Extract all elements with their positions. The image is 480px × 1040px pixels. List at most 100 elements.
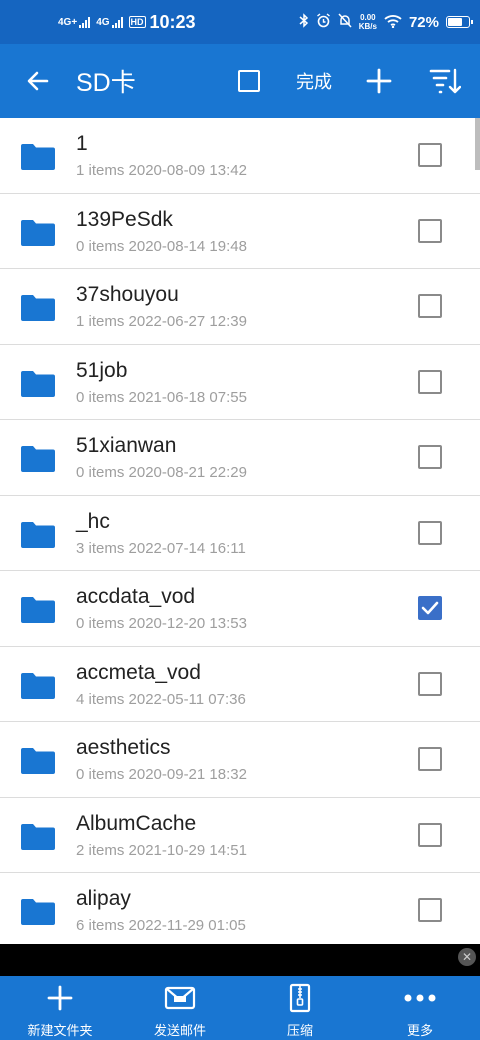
hd-badge: HD (128, 16, 146, 28)
list-item[interactable]: accmeta_vod 4 items 2022-05-11 07:36 (0, 647, 480, 722)
folder-icon (21, 597, 55, 624)
arrow-left-icon (27, 71, 49, 91)
more-label: 更多 (406, 1023, 433, 1038)
list-item-text: aesthetics 0 items 2020-09-21 18:32 (76, 735, 418, 783)
compress-button[interactable]: 压缩 (240, 976, 360, 1040)
list-item[interactable]: 51xianwan 0 items 2020-08-21 22:29 (0, 420, 480, 496)
list-item[interactable]: AlbumCache 2 items 2021-10-29 14:51 (0, 798, 480, 873)
item-checkbox[interactable] (418, 596, 442, 621)
signal-2: 4G (96, 16, 123, 28)
plus-icon (366, 68, 392, 94)
item-checkbox[interactable] (418, 369, 442, 394)
send-mail-button[interactable]: 发送邮件 (120, 976, 240, 1040)
battery-icon (446, 16, 473, 28)
folder-icon (21, 823, 55, 850)
folder-icon-wrap (0, 592, 76, 624)
folder-name: aesthetics (76, 736, 171, 760)
sort-button[interactable] (412, 44, 478, 118)
folder-meta: 0 items 2020-09-21 18:32 (76, 766, 247, 784)
folder-name: accmeta_vod (76, 660, 201, 684)
battery-percent: 72% (408, 13, 439, 31)
signal-bars-icon (111, 16, 123, 28)
item-checkbox[interactable] (418, 294, 442, 319)
list-item-text: accmeta_vod 4 items 2022-05-11 07:36 (76, 660, 418, 708)
list-item[interactable]: accdata_vod 0 items 2020-12-20 13:53 (0, 571, 480, 647)
scrollbar-thumb[interactable] (475, 118, 480, 170)
folder-name: accdata_vod (76, 585, 196, 609)
folder-icon (21, 446, 55, 473)
speed-value: 0.00 (360, 13, 376, 22)
folder-meta: 0 items 2021-06-18 07:55 (76, 388, 247, 406)
item-checkbox[interactable] (418, 898, 442, 923)
zip-icon (289, 983, 311, 1013)
list-item-text: accdata_vod 0 items 2020-12-20 13:53 (76, 584, 418, 632)
list-item[interactable]: 1 1 items 2020-08-09 13:42 (0, 118, 480, 194)
folder-icon (21, 748, 55, 775)
item-checkbox[interactable] (418, 445, 442, 470)
folder-icon (21, 521, 55, 548)
list-item-text: alipay 6 items 2022-11-29 01:05 (76, 886, 418, 934)
folder-icon (21, 672, 55, 699)
folder-name: _hc (76, 509, 110, 533)
folder-icon (21, 219, 55, 246)
more-icon (404, 994, 436, 1002)
folder-meta: 0 items 2020-08-14 19:48 (76, 237, 247, 255)
item-checkbox[interactable] (418, 218, 442, 243)
sort-icon (429, 68, 461, 94)
close-icon[interactable]: ✕ (458, 948, 476, 966)
folder-meta: 1 items 2020-08-09 13:42 (76, 162, 247, 180)
mute-icon (338, 13, 352, 31)
item-checkbox[interactable] (418, 143, 442, 168)
list-item-text: _hc 3 items 2022-07-14 16:11 (76, 509, 418, 557)
list-item[interactable]: alipay 6 items 2022-11-29 01:05 (0, 873, 480, 944)
folder-meta: 0 items 2020-12-20 13:53 (76, 615, 247, 633)
app-bar: SD卡 完成 (0, 44, 480, 118)
mail-icon (164, 986, 196, 1010)
alarm-icon (316, 13, 331, 31)
folder-name: 51job (76, 358, 128, 382)
signal-bars-icon (79, 16, 91, 28)
check-icon (421, 601, 439, 615)
folder-meta: 4 items 2022-05-11 07:36 (76, 690, 246, 708)
item-checkbox[interactable] (418, 747, 442, 772)
new-folder-button[interactable]: 新建文件夹 (0, 976, 120, 1040)
list-item[interactable]: 37shouyou 1 items 2022-06-27 12:39 (0, 269, 480, 345)
item-checkbox[interactable] (418, 822, 442, 847)
list-item[interactable]: 51job 0 items 2021-06-18 07:55 (0, 345, 480, 420)
folder-name: AlbumCache (76, 811, 197, 835)
folder-icon-wrap (0, 290, 76, 322)
bottom-toolbar: 新建文件夹 发送邮件 压缩 更多 (0, 976, 480, 1040)
compress-label: 压缩 (286, 1023, 313, 1038)
folder-icon-wrap (0, 366, 76, 398)
folder-icon (21, 899, 55, 926)
bluetooth-icon (299, 13, 309, 31)
list-item[interactable]: 139PeSdk 0 items 2020-08-14 19:48 (0, 194, 480, 269)
list-item-text: 37shouyou 1 items 2022-06-27 12:39 (76, 282, 418, 330)
folder-meta: 1 items 2022-06-27 12:39 (76, 313, 247, 331)
folder-name: 51xianwan (76, 434, 177, 458)
folder-icon-wrap (0, 139, 76, 171)
list-item[interactable]: aesthetics 0 items 2020-09-21 18:32 (0, 722, 480, 798)
folder-icon (21, 144, 55, 171)
folder-icon-wrap (0, 819, 76, 851)
done-button[interactable]: 完成 (282, 68, 346, 94)
folder-name: 1 (76, 132, 88, 156)
folder-icon-wrap (0, 743, 76, 775)
add-button[interactable] (346, 44, 412, 118)
send-mail-label: 发送邮件 (153, 1023, 206, 1038)
network-type-2: 4G (96, 16, 110, 28)
clock: 10:23 (149, 11, 196, 32)
item-checkbox[interactable] (418, 671, 442, 696)
file-list[interactable]: 1 1 items 2020-08-09 13:42 139PeSdk 0 items… (0, 118, 480, 944)
page-title: SD卡 (76, 69, 136, 97)
select-all-button[interactable] (216, 44, 282, 118)
ad-banner[interactable]: ✕ (0, 944, 480, 976)
folder-icon-wrap (0, 517, 76, 549)
folder-icon-wrap (0, 894, 76, 926)
folder-name: 37shouyou (76, 283, 179, 307)
more-button[interactable]: 更多 (360, 976, 480, 1040)
back-button[interactable] (0, 44, 76, 118)
list-item[interactable]: _hc 3 items 2022-07-14 16:11 (0, 496, 480, 571)
item-checkbox[interactable] (418, 520, 442, 545)
list-item-text: 51xianwan 0 items 2020-08-21 22:29 (76, 433, 418, 481)
